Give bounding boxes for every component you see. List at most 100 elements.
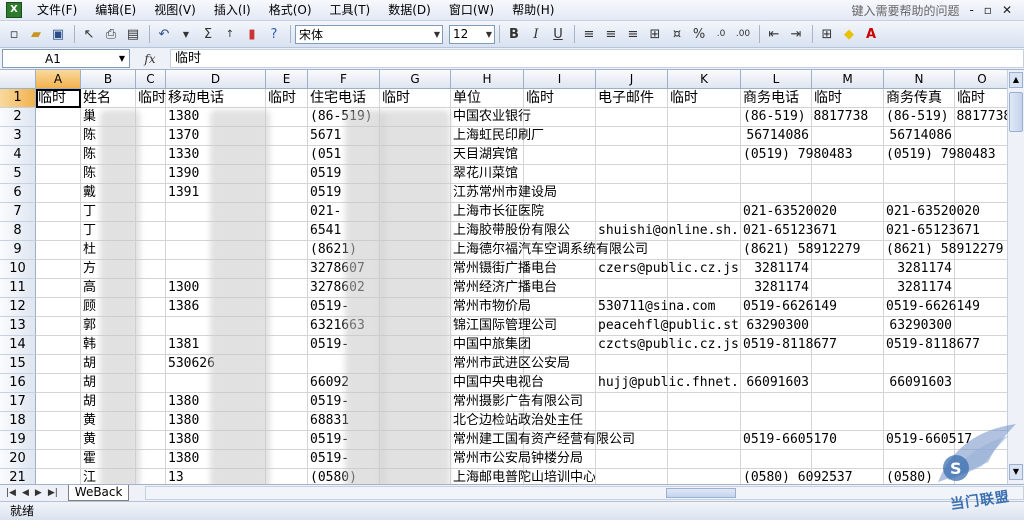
cell-i5[interactable]	[524, 165, 596, 184]
cell-m4[interactable]	[812, 146, 884, 165]
increase-decimal-icon[interactable]: .0	[711, 24, 731, 44]
cell-j18[interactable]	[596, 412, 668, 431]
cell-n6[interactable]	[884, 184, 955, 203]
spreadsheet-grid[interactable]: A B C D E F G H I J K L M N O 1 临时 姓名 临时 移动电话 临时 住宅电话 临时 单位 临时 电子…	[0, 70, 1024, 484]
cell-a11[interactable]	[36, 279, 81, 298]
cell-a7[interactable]	[36, 203, 81, 222]
cell-o2[interactable]	[955, 108, 1010, 127]
cell-l7[interactable]: 021-63520020	[741, 203, 837, 222]
cell-l1[interactable]: 商务电话	[741, 89, 812, 108]
cell-h8[interactable]: 上海胶带股份有限公	[451, 222, 570, 241]
cell-m17[interactable]	[812, 393, 884, 412]
cell-a13[interactable]	[36, 317, 81, 336]
cell-n16[interactable]: 66091603	[884, 374, 955, 393]
new-file-icon[interactable]: ▫	[4, 24, 24, 44]
cell-i16[interactable]	[524, 374, 596, 393]
cell-c12[interactable]	[136, 298, 166, 317]
cell-c5[interactable]	[136, 165, 166, 184]
cell-n7[interactable]: 021-63520020	[884, 203, 980, 222]
cell-l20[interactable]	[741, 450, 812, 469]
cell-o19[interactable]	[955, 431, 1010, 450]
cell-k8[interactable]	[668, 222, 741, 241]
cell-j21[interactable]	[596, 469, 668, 484]
cell-l12[interactable]: 0519-6626149	[741, 298, 837, 317]
cell-j6[interactable]	[596, 184, 668, 203]
cell-m1[interactable]: 临时	[812, 89, 884, 108]
cell-l2[interactable]: (86-519) 8817738	[741, 108, 868, 127]
cell-a5[interactable]	[36, 165, 81, 184]
row-header[interactable]: 9	[0, 241, 36, 260]
cell-o14[interactable]	[955, 336, 1010, 355]
cell-c1[interactable]: 临时	[136, 89, 166, 108]
cell-j19[interactable]	[596, 431, 668, 450]
cell-m9[interactable]	[812, 241, 884, 260]
help-search-box[interactable]: 键入需要帮助的问题	[851, 2, 969, 19]
cell-l16[interactable]: 66091603	[741, 374, 812, 393]
cell-e20[interactable]	[266, 450, 308, 469]
cell-o6[interactable]	[955, 184, 1010, 203]
font-size-select[interactable]: 12 ▼	[449, 24, 495, 44]
row-header[interactable]: 11	[0, 279, 36, 298]
cell-l15[interactable]	[741, 355, 812, 374]
cell-e9[interactable]	[266, 241, 308, 260]
cell-g1[interactable]: 临时	[380, 89, 451, 108]
cell-o20[interactable]	[955, 450, 1010, 469]
cell-e6[interactable]	[266, 184, 308, 203]
cell-l4[interactable]: (0519) 7980483	[741, 146, 853, 165]
cell-i10[interactable]	[524, 260, 596, 279]
cell-c14[interactable]	[136, 336, 166, 355]
scroll-up-icon[interactable]: ▲	[1009, 72, 1023, 88]
cell-j8[interactable]: shuishi@online.sh.	[596, 222, 739, 241]
cell-i14[interactable]	[524, 336, 596, 355]
column-header-a[interactable]: A	[36, 70, 81, 89]
cell-o10[interactable]	[955, 260, 1010, 279]
cell-m12[interactable]	[812, 298, 884, 317]
sort-ascending-icon[interactable]: ↑	[220, 24, 240, 44]
chart-wizard-icon[interactable]: ▮	[242, 24, 262, 44]
cell-o13[interactable]	[955, 317, 1010, 336]
row-header[interactable]: 20	[0, 450, 36, 469]
cell-n13[interactable]: 63290300	[884, 317, 955, 336]
cell-c9[interactable]	[136, 241, 166, 260]
cell-k17[interactable]	[668, 393, 741, 412]
row-header[interactable]: 5	[0, 165, 36, 184]
save-icon[interactable]: ▣	[48, 24, 68, 44]
row-header[interactable]: 4	[0, 146, 36, 165]
menu-window[interactable]: 窗口(W)	[440, 0, 503, 20]
autosum-button[interactable]: Σ	[198, 24, 218, 44]
cell-k11[interactable]	[668, 279, 741, 298]
cell-n2[interactable]: (86-519) 8817738	[884, 108, 1011, 127]
menu-tools[interactable]: 工具(T)	[321, 0, 380, 20]
cell-a19[interactable]	[36, 431, 81, 450]
cell-i6[interactable]	[524, 184, 596, 203]
cell-k2[interactable]	[668, 108, 741, 127]
cell-j17[interactable]	[596, 393, 668, 412]
open-folder-icon[interactable]: ▰	[26, 24, 46, 44]
cell-c21[interactable]	[136, 469, 166, 484]
cell-l9[interactable]: (8621) 58912279	[741, 241, 860, 260]
cell-h3[interactable]: 上海虹民印刷厂	[451, 127, 544, 146]
row-header[interactable]: 16	[0, 374, 36, 393]
cell-l19[interactable]: 0519-6605170	[741, 431, 837, 450]
cell-c13[interactable]	[136, 317, 166, 336]
cell-e17[interactable]	[266, 393, 308, 412]
column-header-k[interactable]: K	[668, 70, 741, 89]
cell-a12[interactable]	[36, 298, 81, 317]
cell-c18[interactable]	[136, 412, 166, 431]
cell-m15[interactable]	[812, 355, 884, 374]
cell-i18[interactable]	[524, 412, 596, 431]
cell-n21[interactable]: (0580)	[884, 469, 955, 484]
cell-h12[interactable]: 常州市物价局	[451, 298, 531, 317]
cell-c16[interactable]	[136, 374, 166, 393]
cell-h17[interactable]: 常州摄影广告有限公司	[451, 393, 583, 412]
cell-h2[interactable]: 中国农业银行	[451, 108, 531, 127]
cell-k13[interactable]	[668, 317, 741, 336]
column-header-o[interactable]: O	[955, 70, 1010, 89]
cell-i15[interactable]	[524, 355, 596, 374]
scroll-thumb[interactable]	[666, 488, 737, 498]
cell-j20[interactable]	[596, 450, 668, 469]
select-all-corner[interactable]	[0, 70, 36, 89]
cell-o7[interactable]	[955, 203, 1010, 222]
cell-a4[interactable]	[36, 146, 81, 165]
cell-j16[interactable]: hujj@public.fhnet.	[596, 374, 739, 393]
